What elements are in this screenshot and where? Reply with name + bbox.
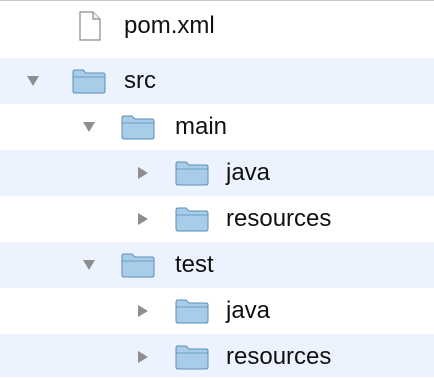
disclosure-triangle-collapsed[interactable] xyxy=(134,288,152,334)
folder-icon xyxy=(72,58,106,104)
file-icon xyxy=(78,3,102,49)
folder-icon xyxy=(121,242,155,288)
folder-icon xyxy=(175,334,209,380)
disclosure-triangle-collapsed[interactable] xyxy=(134,334,152,380)
tree-row-test[interactable]: test xyxy=(0,242,434,288)
tree-row-main[interactable]: main xyxy=(0,104,434,150)
disclosure-triangle-collapsed[interactable] xyxy=(134,196,152,242)
tree-item-label: pom.xml xyxy=(124,12,215,39)
tree-row-resources[interactable]: resources xyxy=(0,196,434,242)
file-tree: pom.xml src main java resources test jav… xyxy=(0,0,434,377)
disclosure-triangle-collapsed[interactable] xyxy=(134,150,152,196)
folder-icon xyxy=(175,196,209,242)
tree-row-java[interactable]: java xyxy=(0,150,434,196)
disclosure-triangle-expanded[interactable] xyxy=(24,58,42,104)
tree-row-java[interactable]: java xyxy=(0,288,434,334)
tree-row-pom-xml[interactable]: pom.xml xyxy=(0,3,434,49)
tree-item-label: test xyxy=(175,251,214,278)
tree-item-label: resources xyxy=(226,205,332,232)
tree-item-label: java xyxy=(226,297,271,324)
tree-item-label: main xyxy=(175,113,228,140)
tree-item-label: resources xyxy=(226,343,332,370)
folder-icon xyxy=(175,150,209,196)
disclosure-triangle-expanded[interactable] xyxy=(80,242,98,288)
folder-icon xyxy=(175,288,209,334)
disclosure-triangle-expanded[interactable] xyxy=(80,104,98,150)
tree-item-label: java xyxy=(226,159,271,186)
tree-item-label: src xyxy=(124,67,156,94)
folder-icon xyxy=(121,104,155,150)
tree-row-src[interactable]: src xyxy=(0,58,434,104)
tree-row-resources[interactable]: resources xyxy=(0,334,434,377)
